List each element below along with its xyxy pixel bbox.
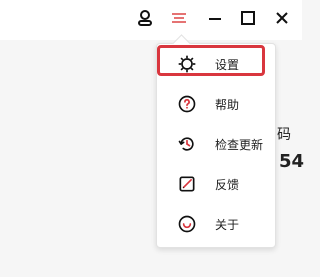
background-number-fragment: 54 <box>279 151 305 172</box>
menu-item-about[interactable]: 关于 <box>157 204 275 244</box>
background-text-fragment: 码 <box>277 127 291 143</box>
title-bar <box>0 0 302 40</box>
help-icon <box>175 92 199 116</box>
menu-item-label: 检查更新 <box>215 137 264 152</box>
menu-item-label: 反馈 <box>215 177 240 192</box>
menu-item-label: 帮助 <box>215 97 240 112</box>
feedback-icon <box>175 172 199 196</box>
menu-item-feedback[interactable]: 反馈 <box>157 164 275 204</box>
about-icon <box>175 212 199 236</box>
close-button[interactable] <box>270 6 294 30</box>
menu-item-help[interactable]: 帮助 <box>157 84 275 124</box>
maximize-button[interactable] <box>236 6 260 30</box>
menu-item-label: 关于 <box>215 217 240 232</box>
selection-highlight <box>157 45 265 76</box>
refresh-icon <box>175 132 199 156</box>
account-icon[interactable] <box>133 6 157 30</box>
minimize-button[interactable] <box>203 6 227 30</box>
menu-item-check-update[interactable]: 检查更新 <box>157 124 275 164</box>
menu-toggle-button[interactable] <box>167 6 191 30</box>
